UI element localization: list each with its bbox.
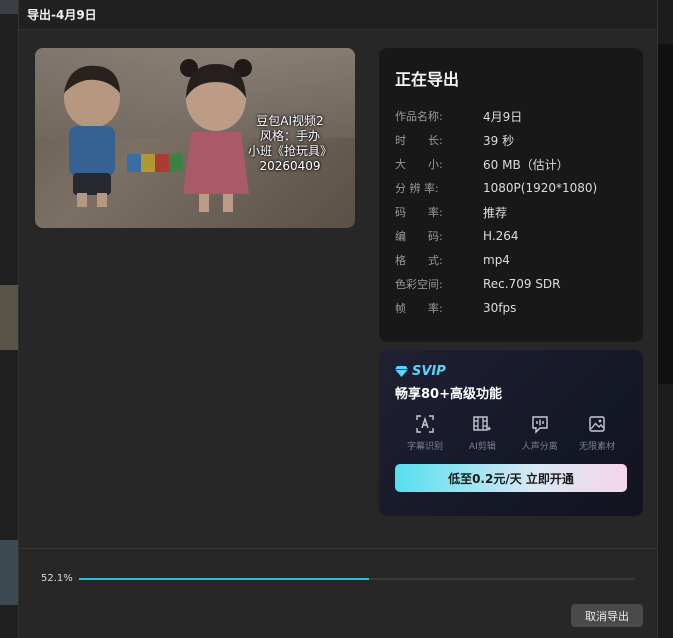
info-row-format: 格 式: mp4 (395, 248, 627, 272)
info-label: 分 辨 率: (395, 182, 439, 195)
info-label: 编 码: (395, 230, 443, 243)
svip-header: SVIP (395, 364, 627, 379)
svip-subscribe-button[interactable]: 低至0.2元/天 立即开通 (395, 464, 627, 492)
info-label: 作品名称: (395, 110, 443, 123)
export-progress-label: 52.1% (41, 573, 73, 584)
info-row-resolution: 分 辨 率: 1080P(1920*1080) (395, 176, 627, 200)
background-thumbnail (0, 285, 18, 350)
caption-line: 20260409 (259, 159, 321, 173)
feature-subtitle-recognition[interactable]: 字幕识别 (397, 414, 453, 452)
svip-feature-list: 字幕识别 AI剪辑 人声分离 无限素材 (395, 414, 627, 452)
info-value: 30fps (483, 301, 517, 315)
export-progress-bar (79, 578, 635, 580)
export-progress-fill (79, 578, 369, 580)
subtitle-recognition-icon (416, 415, 434, 433)
caption-line: 豆包AI视频2 (256, 114, 324, 128)
info-value: H.264 (483, 229, 519, 243)
info-value: Rec.709 SDR (483, 277, 561, 291)
info-value: mp4 (483, 253, 510, 267)
feature-label: 人声分离 (521, 442, 558, 452)
background-app-left-strip (0, 0, 18, 638)
svip-badge: SVIP (412, 364, 446, 379)
dialog-title: 导出-4月9日 (27, 8, 97, 22)
svip-headline: 畅享80+高级功能 (395, 387, 502, 402)
svip-promo-card: SVIP 畅享80+高级功能 字幕识别 AI剪辑 人声分离 无限素材 低至0.2… (379, 350, 643, 516)
info-value: 60 MB（估计） (483, 157, 569, 172)
feature-label: AI剪辑 (468, 442, 496, 452)
info-label: 色彩空间: (395, 278, 443, 291)
cancel-export-button[interactable]: 取消导出 (571, 604, 643, 627)
info-value: 4月9日 (483, 109, 523, 124)
feature-label: 无限素材 (578, 442, 615, 452)
info-row-name: 作品名称: 4月9日 (395, 104, 627, 128)
background-preview-panel (658, 44, 673, 384)
info-label: 码 率: (395, 206, 443, 219)
info-label: 格 式: (395, 254, 443, 267)
diamond-icon (395, 366, 408, 377)
info-label: 大 小: (395, 158, 443, 171)
background-thumbnail (0, 540, 18, 605)
export-info-card: 正在导出 作品名称: 4月9日 时 长: 39 秒 大 小: 60 MB（估计）… (379, 48, 643, 342)
info-row-frame-rate: 帧 率: 30fps (395, 296, 627, 320)
ai-edit-icon (473, 416, 492, 431)
info-row-color-space: 色彩空间: Rec.709 SDR (395, 272, 627, 296)
feature-label: 字幕识别 (406, 442, 443, 452)
info-row-duration: 时 长: 39 秒 (395, 128, 627, 152)
video-preview-thumbnail: 豆包AI视频2 风格：手办 小班《抢玩具》 20260409 (35, 48, 355, 228)
preview-caption: 豆包AI视频2 风格：手办 小班《抢玩具》 20260409 (245, 114, 335, 174)
feature-unlimited-assets[interactable]: 无限素材 (569, 414, 625, 452)
info-value: 39 秒 (483, 133, 515, 148)
export-status-heading: 正在导出 (395, 70, 460, 89)
feature-voice-separation[interactable]: 人声分离 (512, 414, 568, 452)
info-row-bitrate: 码 率: 推荐 (395, 200, 627, 224)
info-label: 时 长: (395, 134, 443, 147)
caption-line: 小班《抢玩具》 (247, 144, 332, 158)
info-value: 推荐 (483, 205, 508, 220)
info-row-codec: 编 码: H.264 (395, 224, 627, 248)
footer-divider (19, 548, 657, 549)
info-row-size: 大 小: 60 MB（估计） (395, 152, 627, 176)
background-thumbnail (0, 0, 18, 14)
info-label: 帧 率: (395, 302, 443, 315)
export-dialog: 导出-4月9日 豆包AI视频2 风格：手办 小班《抢玩具》 20260409 正… (18, 0, 658, 638)
caption-line: 风格：手办 (259, 129, 320, 143)
voice-separation-icon (531, 416, 548, 434)
info-value: 1080P(1920*1080) (483, 181, 598, 195)
unlimited-assets-icon (589, 416, 605, 432)
feature-ai-edit[interactable]: AI剪辑 (454, 414, 510, 452)
background-app-right-strip (658, 0, 673, 638)
dialog-header: 导出-4月9日 (19, 0, 657, 30)
